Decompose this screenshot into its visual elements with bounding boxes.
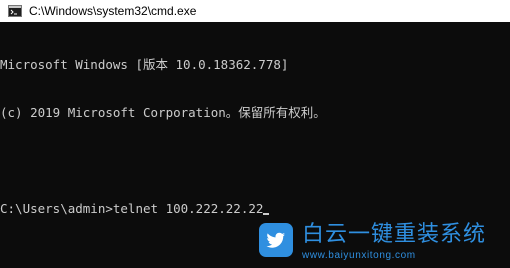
watermark: 白云一键重装系统 www.baiyunxitong.com [258,222,504,264]
window-title: C:\Windows\system32\cmd.exe [29,4,197,18]
watermark-title: 白云一键重装系统 [302,222,487,247]
watermark-url: www.baiyunxitong.com [302,250,416,261]
twitter-bird-logo-icon [259,223,293,257]
console-line: (c) 2019 Microsoft Corporation。保留所有权利。 [0,105,326,120]
cmd-window: C:\Windows\system32\cmd.exe Microsoft Wi… [0,0,510,268]
command-text: C:\Users\admin>telnet 100.222.22.22 [0,201,264,216]
console-line: Microsoft Windows [版本 10.0.18362.778] [0,57,289,72]
console-output[interactable]: Microsoft Windows [版本 10.0.18362.778] (c… [0,25,510,249]
title-bar[interactable]: C:\Windows\system32\cmd.exe [0,0,510,22]
text-cursor [263,213,270,215]
cmd-icon [8,5,22,17]
command-prompt-line: C:\Users\admin>telnet 100.222.22.22 [0,201,510,217]
